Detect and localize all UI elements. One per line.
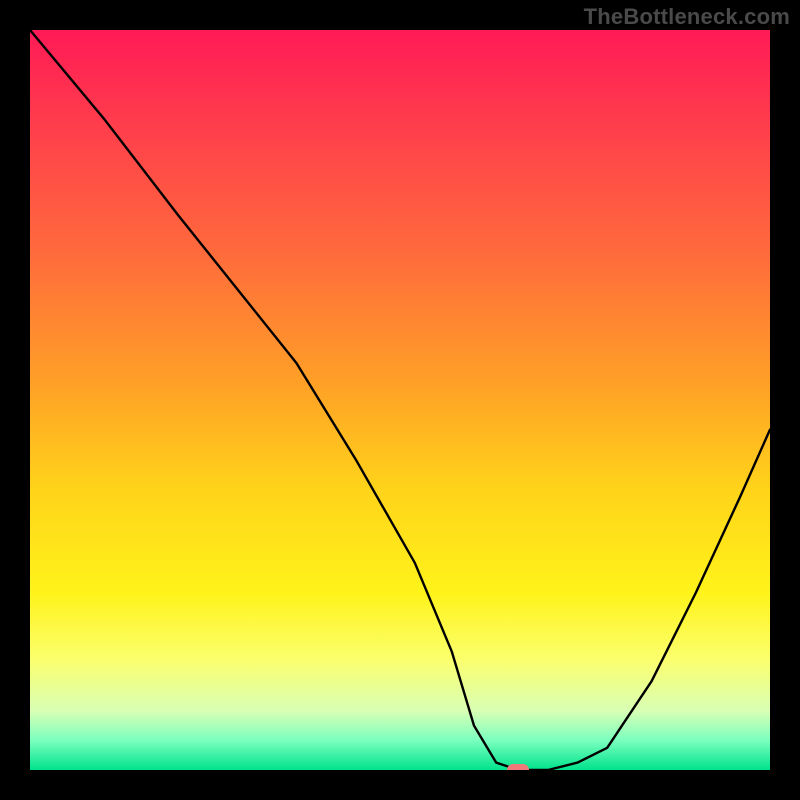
- curve-path: [30, 30, 770, 770]
- optimum-marker: [507, 764, 529, 770]
- watermark-text: TheBottleneck.com: [584, 4, 790, 30]
- plot-area: [30, 30, 770, 770]
- bottleneck-curve: [30, 30, 770, 770]
- chart-container: TheBottleneck.com: [0, 0, 800, 800]
